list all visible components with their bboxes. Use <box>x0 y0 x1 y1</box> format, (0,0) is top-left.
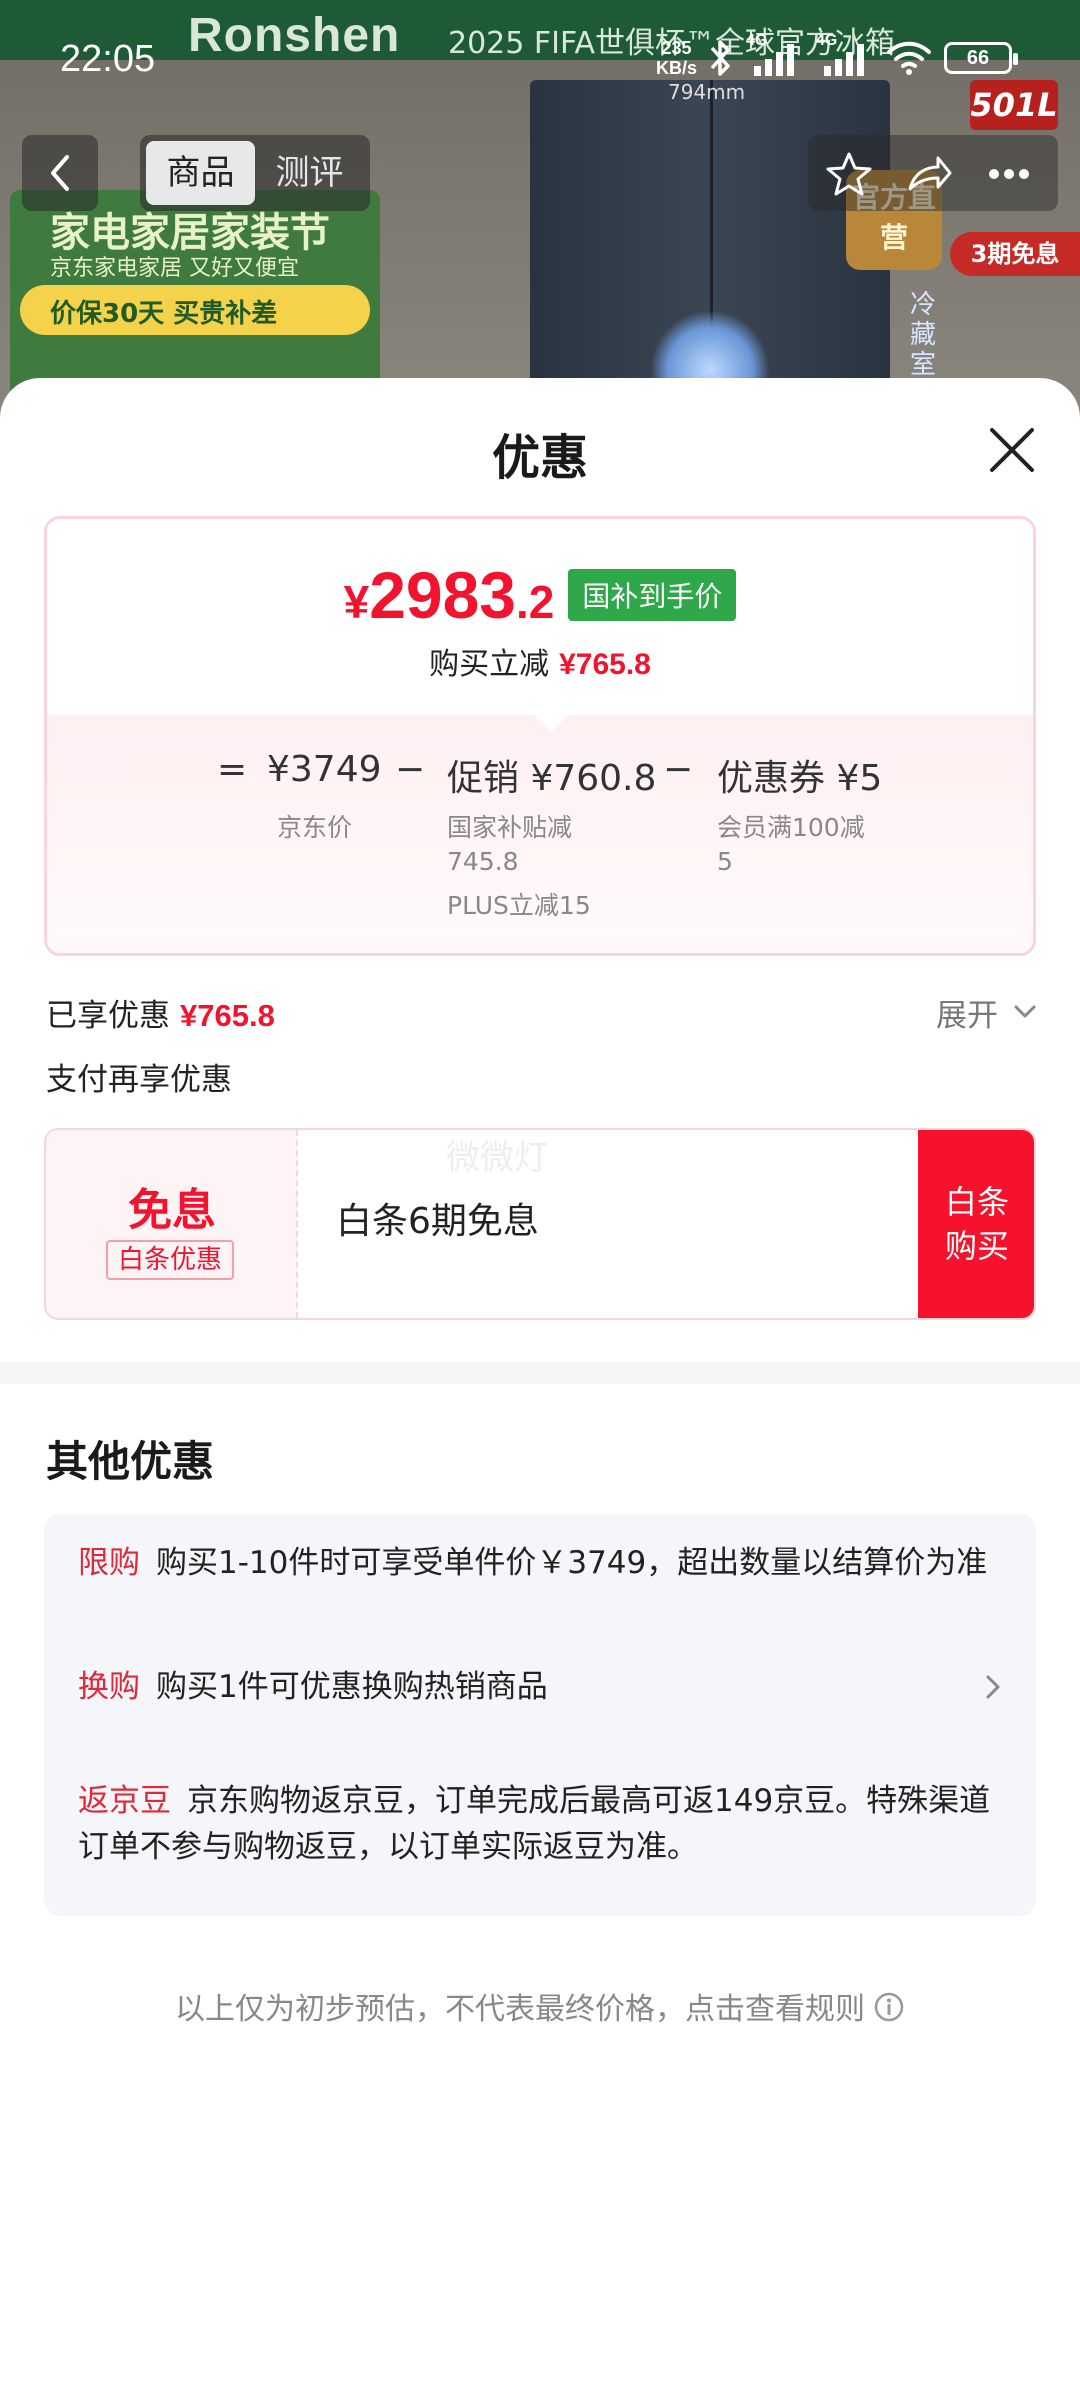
offer-text: 购买1-10件时可享受单件价￥3749，超出数量以结算价为准 <box>156 1545 988 1581</box>
chevron-left-icon <box>51 155 69 191</box>
enjoyed-discount-label: 已享优惠 <box>46 998 170 1034</box>
baitiao-buy-line-2: 购买 <box>944 1227 1009 1265</box>
baitiao-buy-line-1: 白条 <box>944 1183 1009 1221</box>
other-offers-title: 其他优惠 <box>46 1437 215 1486</box>
other-offers-list: 限购 购买1-10件时可享受单件价￥3749，超出数量以结算价为准 换购 购买1件可… <box>44 1514 1036 1916</box>
network-speed-value: 235 <box>661 38 692 58</box>
national-subsidy-label: 国家补贴减 <box>447 813 573 842</box>
price-formula: = ¥3749 京东价 − 促销 ¥760.8 国家补贴减 745.8 PLUS… <box>47 715 1033 953</box>
close-icon[interactable] <box>984 422 1040 478</box>
chevron-right-icon[interactable] <box>978 1672 1008 1702</box>
pay-more-heading: 支付再享优惠 <box>46 1062 232 1098</box>
section-divider <box>0 1362 1080 1384</box>
baitiao-buy-button[interactable]: 白条 购买 <box>918 1130 1034 1318</box>
jd-price-label: 京东价 <box>277 813 353 842</box>
more-icon[interactable] <box>984 149 1034 199</box>
price-decimal: .2 <box>516 576 555 628</box>
tab-review[interactable]: 测评 <box>255 141 364 205</box>
member-coupon-value: 5 <box>717 847 733 876</box>
baitiao-offer-card[interactable]: 免息 白条优惠 微微灯 白条6期免息 白条 购买 <box>44 1128 1036 1320</box>
offer-text: 购买1件可优惠换购热销商品 <box>156 1669 548 1705</box>
bluetooth-icon <box>710 40 730 76</box>
installment-badge: 3期免息 <box>950 232 1080 276</box>
share-icon[interactable] <box>904 149 954 199</box>
product-tabs: 商品 测评 <box>140 135 370 211</box>
offer-jingdou-rebate: 返京豆 京东购物返京豆，订单完成后最高可返149京豆。特殊渠道订单不参与购物返豆，… <box>78 1778 998 1870</box>
enjoyed-discount: 已享优惠 ¥765.8 <box>46 990 275 1035</box>
offer-text: 京东购物返京豆，订单完成后最高可返149京豆。特殊渠道订单不参与购物返豆，以订单… <box>78 1783 991 1865</box>
enjoyed-discount-value: ¥765.8 <box>180 998 275 1033</box>
national-subsidy-value: 745.8 <box>447 847 519 876</box>
fridge-image <box>530 80 890 420</box>
network-speed: 235 KB/s <box>656 38 697 78</box>
offer-trade-in[interactable]: 换购 购买1件可优惠换购热销商品 <box>78 1664 998 1710</box>
tab-product[interactable]: 商品 <box>146 141 255 205</box>
cell-signal-2-icon: 4G <box>816 32 874 78</box>
expand-button[interactable]: 展开 <box>936 990 998 1035</box>
baitiao-description: 白条6期免息 <box>336 1201 539 1242</box>
plus-discount: PLUS立减15 <box>447 891 591 920</box>
jd-price: ¥3749 <box>267 749 382 790</box>
formula-equals: = <box>217 749 248 790</box>
discount-sheet: 优惠 ¥2983.2 国补到手价 购买立减 ¥765.8 = ¥3749 京东价 −… <box>0 378 1080 2400</box>
back-button[interactable] <box>22 135 98 211</box>
final-price: ¥2983.2 国补到手价 <box>47 557 1033 633</box>
estimate-footnote[interactable]: 以上仅为初步预估，不代表最终价格，点击查看规则 <box>0 1984 1080 2028</box>
final-price-section: ¥2983.2 国补到手价 购买立减 ¥765.8 <box>47 519 1033 715</box>
formula-minus-1: − <box>395 749 426 790</box>
battery-indicator: 66 <box>944 42 1018 74</box>
price-integer: 2983 <box>369 558 517 632</box>
baitiao-offer-label: 免息 白条优惠 <box>46 1130 298 1318</box>
offer-tag: 返京豆 <box>78 1783 171 1819</box>
coupon-amount: 优惠券 ¥5 <box>717 758 883 799</box>
interest-free-title: 免息 <box>128 1185 216 1236</box>
status-icons: 4G 4G 66 <box>706 32 1018 80</box>
sheet-title: 优惠 <box>491 430 588 486</box>
offer-tag: 换购 <box>78 1669 140 1705</box>
favorite-star-icon[interactable] <box>824 149 874 199</box>
wifi-icon <box>887 41 931 75</box>
product-actions <box>808 135 1058 211</box>
footnote-text: 以上仅为初步预估，不代表最终价格，点击查看规则 <box>175 1992 865 2027</box>
instant-discount-value: ¥765.8 <box>559 648 651 681</box>
compartment-label: 冷藏室 <box>910 290 937 380</box>
price-breakdown-card: ¥2983.2 国补到手价 购买立减 ¥765.8 = ¥3749 京东价 − 促销… <box>44 516 1036 956</box>
promo-subtitle: 京东家电家居 又好又便宜 <box>50 256 299 281</box>
promo-strip: 价保30天 买贵补差 <box>20 285 370 335</box>
watermark: 微微灯 <box>446 1138 548 1178</box>
network-speed-unit: KB/s <box>656 58 698 78</box>
price-currency: ¥ <box>343 576 370 628</box>
offer-tag: 限购 <box>78 1545 140 1581</box>
signal-2-label: 4G <box>816 32 838 49</box>
instant-discount-label: 购买立减 <box>429 647 550 682</box>
subsidy-price-tag: 国补到手价 <box>568 569 737 621</box>
baitiao-badge: 白条优惠 <box>106 1240 235 1280</box>
formula-minus-2: − <box>663 749 694 790</box>
member-coupon-label: 会员满100减 <box>717 813 865 842</box>
chevron-down-icon[interactable] <box>1012 998 1038 1024</box>
promotion-amount: 促销 ¥760.8 <box>447 758 657 799</box>
signal-1-label: 4G <box>746 32 768 49</box>
status-time: 22:05 <box>60 38 156 80</box>
cell-signal-1-icon: 4G <box>746 32 804 78</box>
status-bar: 22:05 235 KB/s 4G 4G 66 <box>0 0 1080 110</box>
instant-discount: 购买立减 ¥765.8 <box>47 639 1033 683</box>
info-icon[interactable] <box>873 1991 905 2023</box>
offer-purchase-limit: 限购 购买1-10件时可享受单件价￥3749，超出数量以结算价为准 <box>78 1540 998 1586</box>
